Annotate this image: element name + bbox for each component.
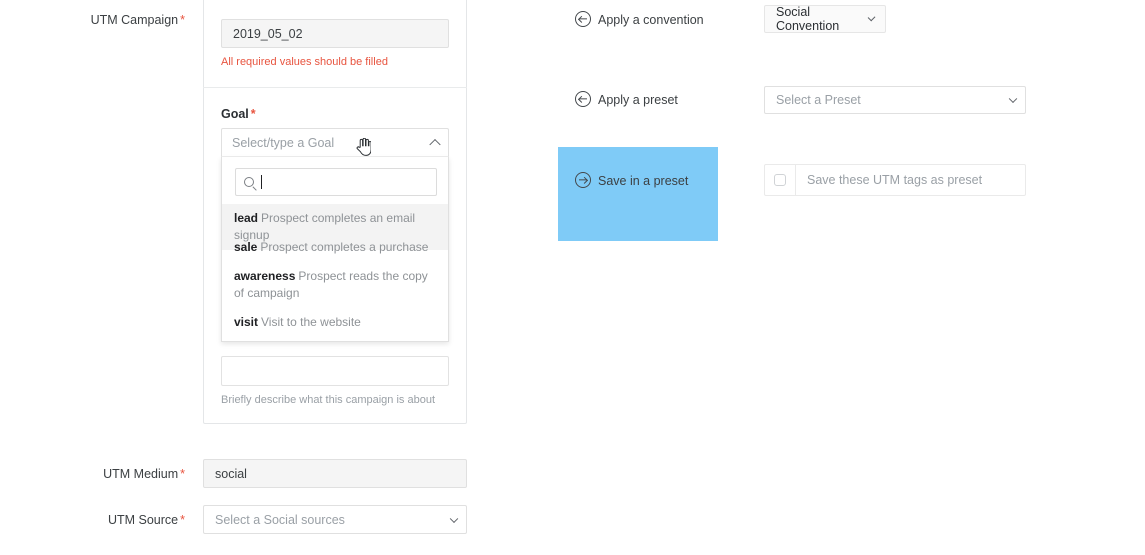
utm-source-placeholder: Select a Social sources [215, 512, 345, 527]
goal-select-placeholder: Select/type a Goal [232, 135, 335, 150]
goal-search-input[interactable] [235, 168, 437, 196]
utm-medium-input[interactable]: social [203, 459, 467, 488]
save-preset-checkbox-cell[interactable] [765, 165, 796, 195]
utm-campaign-error: All required values should be filled [221, 56, 388, 68]
goal-option-description: Prospect completes a purchase [260, 240, 429, 254]
circle-arrow-left-icon [575, 11, 591, 27]
goal-option-clipped[interactable] [222, 333, 448, 341]
utm-medium-required-mark: * [180, 467, 185, 481]
circle-arrow-right-icon [575, 172, 591, 188]
chevron-down-icon [867, 13, 876, 22]
save-preset-checkbox-row[interactable]: Save these UTM tags as preset [764, 164, 1026, 196]
goal-select-trigger[interactable]: Select/type a Goal [221, 128, 449, 157]
utm-medium-label-text: UTM Medium [103, 467, 179, 481]
utm-builder-screen: UTM Campaign * 2019_05_02 All required va… [0, 0, 1145, 555]
goal-label-text: Goal [221, 107, 249, 121]
goal-option-awareness[interactable]: awareness Prospect reads the copy of camp… [222, 262, 448, 308]
text-caret [261, 175, 262, 189]
goal-option-key: sale [234, 240, 258, 254]
chevron-down-icon [449, 514, 459, 523]
goal-option-key: lead [234, 211, 259, 225]
goal-label: Goal * [221, 107, 256, 121]
card-section-divider [203, 87, 467, 88]
utm-campaign-input[interactable]: 2019_05_02 [221, 19, 449, 48]
save-preset-label: Save in a preset [598, 174, 689, 188]
apply-preset-label: Apply a preset [598, 93, 678, 107]
goal-option-description: Visit to the website [261, 315, 361, 329]
utm-source-select[interactable]: Select a Social sources [203, 505, 467, 534]
utm-medium-label: UTM Medium * [60, 467, 185, 481]
campaign-description-input[interactable] [221, 356, 449, 386]
search-icon [244, 177, 254, 187]
goal-required-mark: * [250, 107, 256, 121]
goal-option-sale[interactable]: sale Prospect completes a purchase [222, 233, 448, 262]
apply-preset-select[interactable]: Select a Preset [764, 86, 1026, 114]
save-preset-checkbox-label: Save these UTM tags as preset [807, 173, 983, 187]
goal-dropdown-panel: lead Prospect completes an email signup s… [221, 157, 449, 342]
utm-source-label: UTM Source * [60, 513, 185, 527]
utm-source-required-mark: * [180, 513, 185, 527]
campaign-description-hint: Briefly describe what this campaign is a… [221, 394, 435, 406]
circle-arrow-left-icon [575, 91, 591, 107]
convention-selected-value: Social Convention [776, 5, 840, 33]
chevron-up-icon [429, 138, 441, 150]
apply-preset-placeholder: Select a Preset [776, 93, 861, 107]
checkbox-icon[interactable] [774, 174, 786, 186]
goal-option-key: awareness [234, 269, 296, 283]
goal-option-key: visit [234, 315, 259, 329]
utm-source-label-text: UTM Source [107, 513, 179, 527]
utm-campaign-required-mark: * [180, 13, 185, 27]
chevron-down-icon [1008, 94, 1018, 104]
utm-campaign-value: 2019_05_02 [233, 26, 303, 41]
save-preset-highlight [558, 147, 718, 241]
convention-select[interactable]: Social Convention [764, 5, 886, 33]
apply-convention-label: Apply a convention [598, 13, 704, 27]
utm-campaign-label: UTM Campaign * [60, 13, 185, 27]
utm-medium-value: social [215, 466, 247, 481]
utm-campaign-label-text: UTM Campaign [90, 13, 179, 27]
